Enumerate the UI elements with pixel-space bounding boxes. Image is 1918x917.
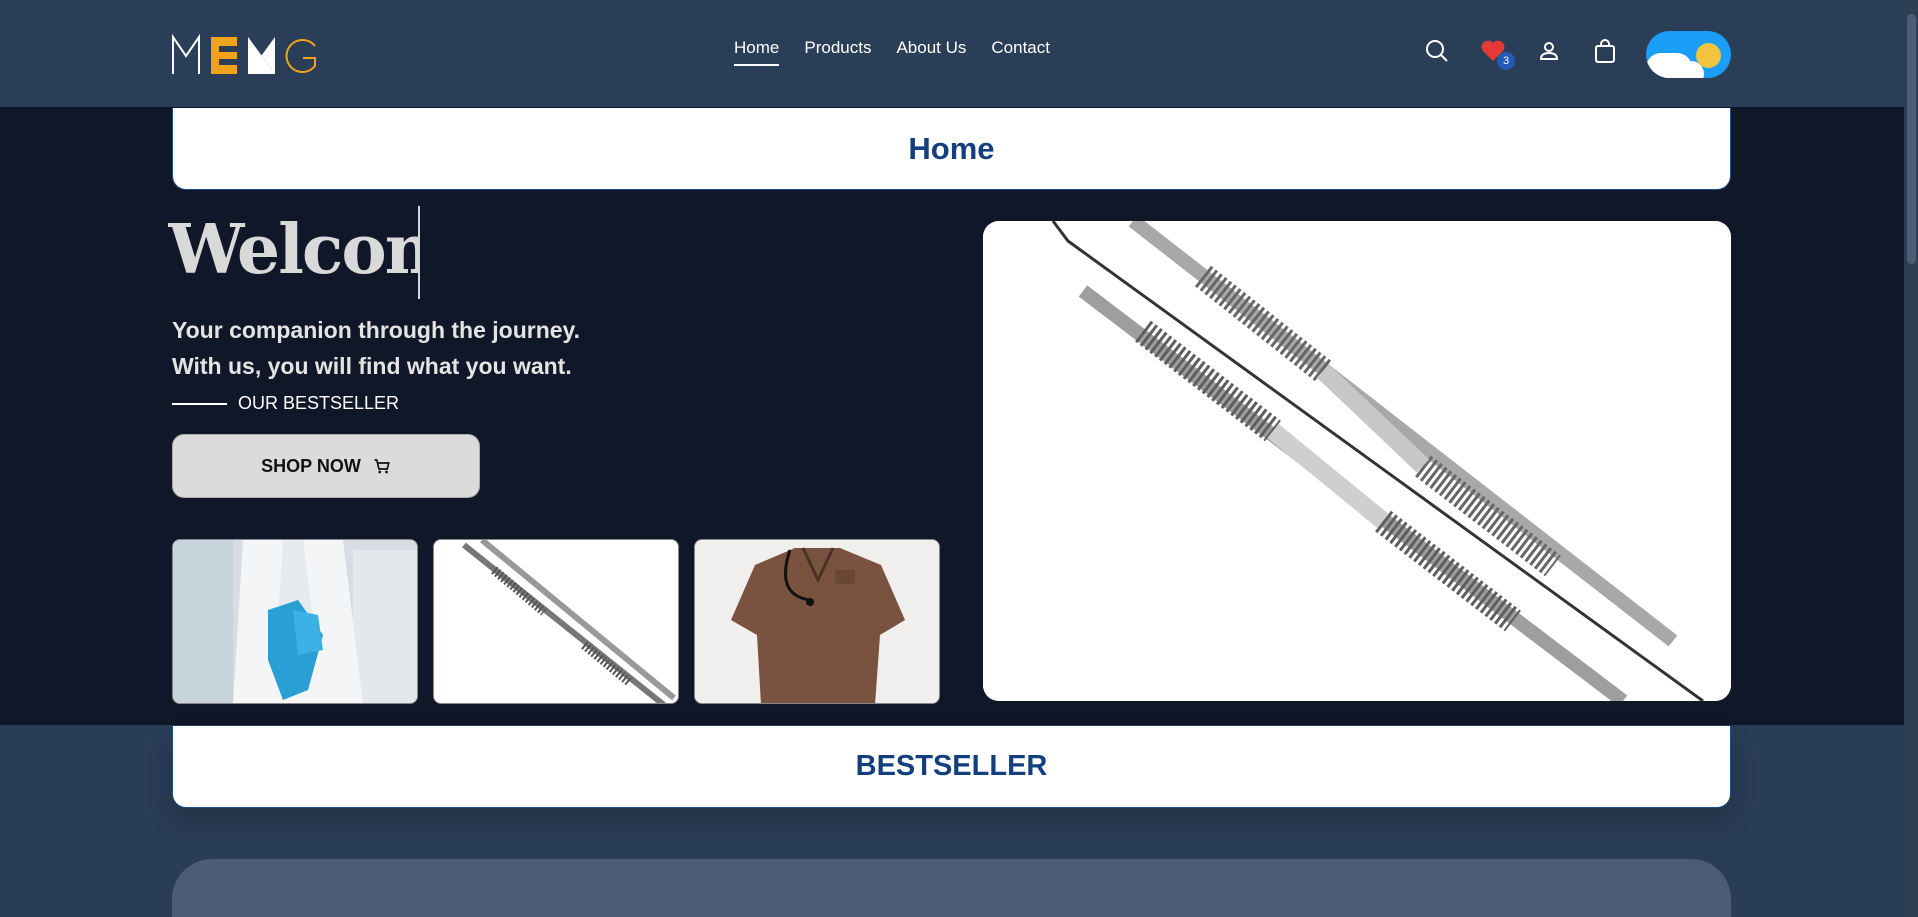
divider-line — [172, 402, 227, 405]
header-actions: 3 — [1424, 38, 1618, 70]
product-panel — [172, 859, 1731, 917]
thumbnail-scrubs[interactable] — [694, 539, 940, 704]
dental-instruments-image — [983, 221, 1731, 701]
search-button[interactable] — [1424, 38, 1450, 64]
typing-caret — [418, 206, 420, 299]
bestseller-banner: BESTSELLER — [172, 726, 1731, 808]
bestseller-label: OUR BESTSELLER — [172, 393, 399, 414]
thumbnail-gloves[interactable] — [172, 539, 418, 704]
scrollbar-thumb[interactable] — [1907, 14, 1916, 264]
scrubs-image — [695, 540, 939, 703]
site-header: M E N G Home Products About Us Contact 3 — [0, 0, 1918, 107]
nav-about-us[interactable]: About Us — [896, 38, 966, 66]
gloves-image — [173, 540, 417, 703]
meng-logo-icon — [172, 34, 316, 74]
user-icon — [1539, 42, 1559, 60]
wishlist-count-badge: 3 — [1497, 52, 1515, 70]
hero-product-image[interactable] — [983, 221, 1731, 701]
hero-tagline: Your companion through the journey. With… — [172, 312, 580, 384]
nav-contact[interactable]: Contact — [991, 38, 1050, 66]
page-title-banner: Home — [172, 108, 1731, 190]
tagline-line: With us, you will find what you want. — [172, 353, 572, 379]
bestseller-label-text: OUR BESTSELLER — [238, 393, 400, 413]
wishlist-button[interactable]: 3 — [1480, 38, 1515, 70]
theme-toggle[interactable] — [1646, 31, 1731, 78]
nav-products[interactable]: Products — [804, 38, 871, 66]
shop-now-label: SHOP NOW — [261, 455, 361, 476]
logo[interactable]: M E N G — [171, 34, 321, 76]
shopping-bag-icon — [1595, 39, 1615, 63]
page-title: Home — [908, 130, 995, 166]
search-icon — [1426, 40, 1448, 62]
shop-now-button[interactable]: SHOP NOW — [172, 434, 480, 498]
cart-icon — [374, 459, 390, 474]
account-button[interactable] — [1536, 38, 1562, 64]
bestseller-title: BESTSELLER — [855, 750, 1048, 782]
main-nav: Home Products About Us Contact — [734, 38, 1050, 66]
tagline-line: Your companion through the journey. — [172, 317, 581, 343]
thumbnail-instruments[interactable] — [433, 539, 679, 704]
welcome-heading: Welcome — [168, 210, 420, 290]
cart-button[interactable] — [1592, 38, 1618, 64]
nav-home[interactable]: Home — [734, 38, 780, 66]
dental-instruments-image — [434, 540, 678, 703]
page-scrollbar[interactable] — [1904, 0, 1918, 917]
cloud-icon — [1664, 61, 1704, 78]
